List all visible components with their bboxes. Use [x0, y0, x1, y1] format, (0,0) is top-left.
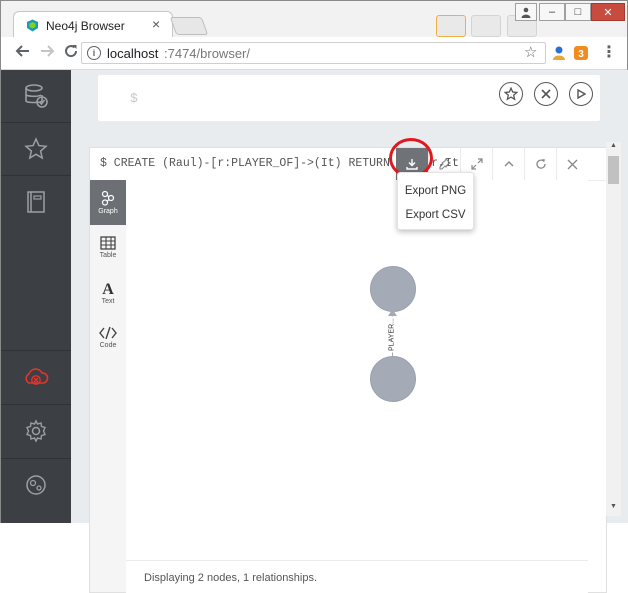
cloud-disconnected-icon: [25, 368, 49, 385]
minimize-button[interactable]: –: [539, 3, 565, 21]
background-tab[interactable]: [471, 15, 501, 37]
table-icon: [100, 236, 116, 250]
bookmark-star-icon[interactable]: ☆: [524, 43, 537, 61]
scroll-down-arrow-icon[interactable]: ▼: [606, 503, 621, 515]
relationship-arrowhead: [388, 309, 397, 316]
maximize-button[interactable]: □: [565, 3, 591, 21]
frame-status-bar: Displaying 2 nodes, 1 relationships.: [126, 560, 588, 593]
close-frame-button[interactable]: [556, 148, 588, 180]
tab-text[interactable]: A Text: [90, 270, 126, 315]
neo4j-main-area: $ $ CREATE (Raul)-[r:PLAYER_OF]->(It) RE…: [71, 70, 628, 593]
frame-view-tabs: Graph Table A Text Code: [90, 180, 127, 592]
sidebar-item-settings[interactable]: [1, 405, 71, 457]
back-arrow-icon[interactable]: [13, 43, 33, 63]
run-query-button[interactable]: [569, 82, 593, 106]
tab-table-label: Table: [99, 252, 117, 259]
pin-icon: [438, 158, 451, 170]
database-icon: [25, 84, 48, 108]
reload-icon[interactable]: [61, 43, 81, 63]
refresh-icon: [535, 159, 546, 169]
close-icon: [541, 89, 551, 99]
graph-icon: [101, 190, 115, 206]
sidebar-item-favorites[interactable]: [1, 123, 71, 175]
background-tab[interactable]: [436, 15, 466, 37]
browser-toolbar: i localhost :7474/browser/ ☆ 3 ⋮: [1, 37, 627, 70]
user-profile-icon[interactable]: [515, 3, 537, 21]
menu-item-export-csv[interactable]: Export CSV: [398, 204, 473, 226]
info-icon[interactable]: i: [87, 46, 101, 60]
neo4j-logo-icon: [26, 475, 46, 495]
relationship-label[interactable]: PLAYER...: [388, 316, 396, 353]
browser-menu-icon[interactable]: ⋮: [601, 43, 617, 63]
menu-item-export-png[interactable]: Export PNG: [398, 180, 473, 202]
text-icon: A: [102, 281, 114, 296]
editor-prompt: $: [130, 91, 138, 106]
new-tab-button[interactable]: [169, 17, 209, 35]
close-window-button[interactable]: ✕: [591, 3, 625, 21]
gear-icon: [26, 419, 46, 443]
tab-code[interactable]: Code: [90, 315, 126, 360]
play-icon: [577, 89, 586, 99]
url-host: localhost: [107, 46, 159, 61]
favorite-star-button[interactable]: [499, 82, 523, 106]
extension-person-icon[interactable]: [551, 45, 567, 61]
scroll-thumb[interactable]: [608, 156, 619, 184]
neo4j-favicon-icon: [27, 19, 38, 32]
result-frame: $ CREATE (Raul)-[r:PLAYER_OF]->(It) RETU…: [89, 147, 607, 593]
tab-code-label: Code: [99, 342, 117, 349]
sidebar-item-database[interactable]: [1, 70, 71, 122]
code-icon: [99, 326, 117, 340]
chevron-up-icon: [504, 161, 513, 167]
tab-title: Neo4j Browser: [46, 19, 125, 33]
export-menu: Export PNG Export CSV: [397, 172, 474, 230]
graph-node[interactable]: [370, 356, 416, 402]
scroll-up-arrow-icon[interactable]: ▲: [606, 142, 621, 154]
extension-badge-icon[interactable]: 3: [573, 45, 589, 61]
tab-text-label: Text: [101, 298, 115, 305]
star-icon: [24, 137, 48, 160]
neo4j-sidebar: [1, 70, 71, 523]
scrollbar[interactable]: ▲ ▼: [606, 142, 621, 516]
clear-editor-button[interactable]: [534, 82, 558, 106]
sidebar-item-documents[interactable]: [1, 176, 71, 228]
book-icon: [27, 191, 45, 213]
expand-icon: [470, 158, 483, 170]
address-bar[interactable]: i localhost :7474/browser/ ☆: [81, 42, 546, 64]
graph-canvas[interactable]: PLAYER...: [126, 180, 588, 560]
star-icon: [504, 87, 518, 101]
title-bar: Neo4j Browser × – □ ✕: [1, 1, 627, 39]
tab-table[interactable]: Table: [90, 225, 126, 270]
url-path: :7474/browser/: [164, 46, 250, 61]
browser-tab[interactable]: Neo4j Browser ×: [13, 11, 173, 39]
cypher-editor[interactable]: $: [98, 75, 600, 121]
tab-close-icon[interactable]: ×: [152, 16, 160, 32]
tab-graph[interactable]: Graph: [90, 180, 126, 225]
frame-header: $ CREATE (Raul)-[r:PLAYER_OF]->(It) RETU…: [90, 148, 606, 181]
rerun-button[interactable]: [524, 148, 556, 180]
sidebar-item-connection[interactable]: [1, 351, 71, 403]
svg-text:A: A: [102, 281, 114, 296]
collapse-button[interactable]: [492, 148, 524, 180]
sidebar-item-about[interactable]: [1, 459, 71, 511]
svg-text:3: 3: [578, 49, 584, 60]
close-icon: [567, 159, 578, 169]
forward-arrow-icon[interactable]: [37, 43, 57, 63]
status-text: Displaying 2 nodes, 1 relationships.: [144, 572, 318, 584]
tab-graph-label: Graph: [98, 208, 118, 215]
graph-node[interactable]: [370, 266, 416, 312]
